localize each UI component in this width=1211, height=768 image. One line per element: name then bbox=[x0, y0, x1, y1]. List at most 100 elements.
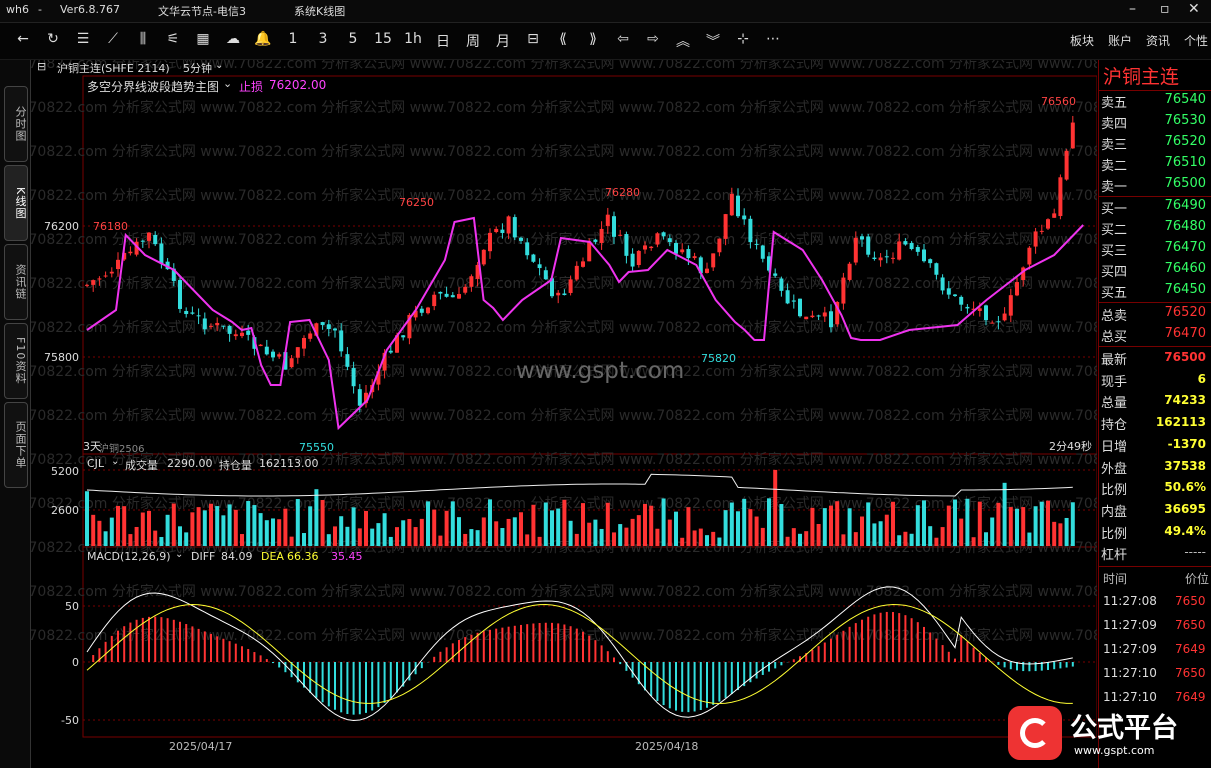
candle-body bbox=[878, 257, 883, 261]
indicator-chevron-icon[interactable]: ⌄ bbox=[223, 77, 232, 90]
period-3[interactable]: 3 bbox=[312, 31, 334, 47]
candle-body bbox=[543, 270, 548, 280]
minimize-icon[interactable]: – bbox=[1129, 1, 1136, 17]
watermark: www.gspt.com bbox=[516, 358, 685, 384]
bid-price[interactable]: 76450 bbox=[1165, 282, 1206, 297]
tick-price: 7649 bbox=[1175, 690, 1206, 704]
volume-bar bbox=[407, 518, 412, 546]
period-week[interactable]: 周 bbox=[462, 31, 484, 51]
chart-area[interactable]: www.70822.com 分析家公式网 www.70822.com 分析家公式… bbox=[0, 55, 1211, 760]
bid-price[interactable]: 76470 bbox=[1165, 240, 1206, 255]
kline-icon[interactable]: ▦ bbox=[192, 31, 214, 47]
main-indicator-name[interactable]: 多空分界线波段趋势主图 bbox=[87, 78, 219, 95]
stat-value: -1370 bbox=[1167, 436, 1206, 451]
candle-body bbox=[246, 330, 251, 335]
list-icon[interactable]: ☰ bbox=[72, 31, 94, 47]
volume-bar bbox=[233, 509, 238, 546]
vol-axis-label: 5200 bbox=[51, 465, 79, 478]
tab-order[interactable]: 页面下单 bbox=[4, 402, 28, 488]
period-selector[interactable]: 5分钟 bbox=[183, 60, 212, 76]
candle-body bbox=[841, 277, 846, 304]
indicator-icon[interactable]: ⚟ bbox=[162, 31, 184, 47]
candle-body bbox=[295, 347, 300, 358]
bg-watermark: www.70822.com 分析家公式网 www.70822.com 分析家公式… bbox=[31, 231, 1097, 248]
cloud-icon[interactable]: ☁ bbox=[222, 31, 244, 47]
bell-icon[interactable]: 🔔 bbox=[252, 31, 274, 47]
period-1[interactable]: 1 bbox=[282, 31, 304, 47]
volume-bar bbox=[649, 505, 654, 546]
bar-chart-icon[interactable]: ⫼ bbox=[132, 31, 154, 47]
period-chevron-icon[interactable]: ⌄ bbox=[215, 60, 223, 71]
server-name[interactable]: 文华云节点-电信3 bbox=[158, 3, 246, 19]
vol-chevron-icon[interactable]: ⌄ bbox=[111, 456, 119, 467]
candle-body bbox=[568, 279, 573, 293]
volume-bar bbox=[227, 504, 232, 546]
more-icon[interactable]: ⋯ bbox=[762, 31, 784, 47]
menu-news[interactable]: 资讯 bbox=[1146, 32, 1170, 49]
crosshair-icon[interactable]: ⊹ bbox=[732, 31, 754, 47]
refresh-icon[interactable]: ↻ bbox=[42, 31, 64, 47]
volume-bar bbox=[1015, 508, 1019, 546]
period-15[interactable]: 15 bbox=[372, 31, 394, 47]
tab-news-chain[interactable]: 资讯链 bbox=[4, 244, 28, 320]
menu-sector[interactable]: 板块 bbox=[1070, 32, 1094, 49]
volume-bar bbox=[605, 502, 610, 546]
line-chart-icon[interactable]: ⟋ bbox=[102, 31, 124, 47]
custom-period-icon[interactable]: ⊟ bbox=[522, 31, 544, 47]
kline-chart[interactable]: www.70822.com 分析家公式网 www.70822.com 分析家公式… bbox=[0, 55, 1211, 760]
candle-body bbox=[519, 237, 523, 241]
menu-personal[interactable]: 个性 bbox=[1184, 32, 1208, 49]
volume-bar bbox=[643, 503, 647, 546]
volume-bar bbox=[283, 508, 288, 546]
candle-body bbox=[450, 295, 455, 298]
tab-timeshare[interactable]: 分时图 bbox=[4, 86, 28, 162]
ask-price[interactable]: 76530 bbox=[1165, 113, 1206, 128]
ask-price[interactable]: 76520 bbox=[1165, 134, 1206, 149]
candle-body bbox=[140, 240, 145, 242]
back-icon[interactable]: ← bbox=[12, 31, 34, 47]
volume-bar bbox=[1070, 502, 1075, 546]
period-day[interactable]: 日 bbox=[432, 31, 454, 51]
layout-icon[interactable]: ⊟ bbox=[37, 60, 46, 73]
zoom-in-icon[interactable]: ⟫ bbox=[582, 31, 604, 47]
volume-bar bbox=[506, 518, 511, 546]
candle-body bbox=[643, 245, 647, 250]
stat-label: 杠杆 bbox=[1101, 548, 1128, 564]
macd-name[interactable]: MACD(12,26,9) bbox=[87, 550, 171, 563]
close-icon[interactable]: ✕ bbox=[1188, 1, 1200, 17]
candle-body bbox=[649, 246, 654, 249]
ask-price[interactable]: 76510 bbox=[1165, 155, 1206, 170]
volume-bar bbox=[1021, 507, 1026, 546]
tab-kline[interactable]: K线图 bbox=[4, 165, 28, 241]
macd-chevron-icon[interactable]: ⌄ bbox=[175, 549, 183, 560]
maximize-icon[interactable]: ▫ bbox=[1160, 1, 1170, 17]
arrow-right-icon[interactable]: ⇨ bbox=[642, 31, 664, 47]
candle-body bbox=[426, 307, 430, 314]
ask-price[interactable]: 76540 bbox=[1165, 92, 1206, 107]
bid-price[interactable]: 76490 bbox=[1165, 198, 1206, 213]
chevron-up-icon[interactable]: ︽ bbox=[672, 31, 694, 51]
period-1h[interactable]: 1h bbox=[402, 31, 424, 47]
candle-body bbox=[481, 249, 486, 265]
arrow-left-icon[interactable]: ⇦ bbox=[612, 31, 634, 47]
tick-time: 11:27:09 bbox=[1103, 642, 1157, 656]
zoom-out-icon[interactable]: ⟪ bbox=[552, 31, 574, 47]
menu-account[interactable]: 账户 bbox=[1108, 32, 1132, 49]
period-month[interactable]: 月 bbox=[492, 31, 514, 51]
ticks-price-header: 价位 bbox=[1185, 572, 1210, 586]
candle-body bbox=[748, 218, 753, 243]
tab-f10[interactable]: F10资料 bbox=[4, 323, 28, 399]
period-5[interactable]: 5 bbox=[342, 31, 364, 47]
ask-price[interactable]: 76500 bbox=[1165, 176, 1206, 191]
bid-price[interactable]: 76460 bbox=[1165, 261, 1206, 276]
bid-price[interactable]: 76480 bbox=[1165, 219, 1206, 234]
candle-body bbox=[264, 346, 269, 355]
vol-indicator-name[interactable]: CJL bbox=[87, 457, 104, 470]
menu-kline[interactable]: 系统K线图 bbox=[294, 3, 345, 19]
contract-title[interactable]: 沪铜主连(SHFE 2114) bbox=[57, 60, 170, 76]
volume-bar bbox=[860, 516, 864, 546]
diff-label: DIFF bbox=[191, 550, 216, 563]
chevron-down-icon[interactable]: ︾ bbox=[702, 31, 724, 51]
volume-bar bbox=[922, 500, 926, 546]
volume-bar bbox=[692, 530, 697, 546]
